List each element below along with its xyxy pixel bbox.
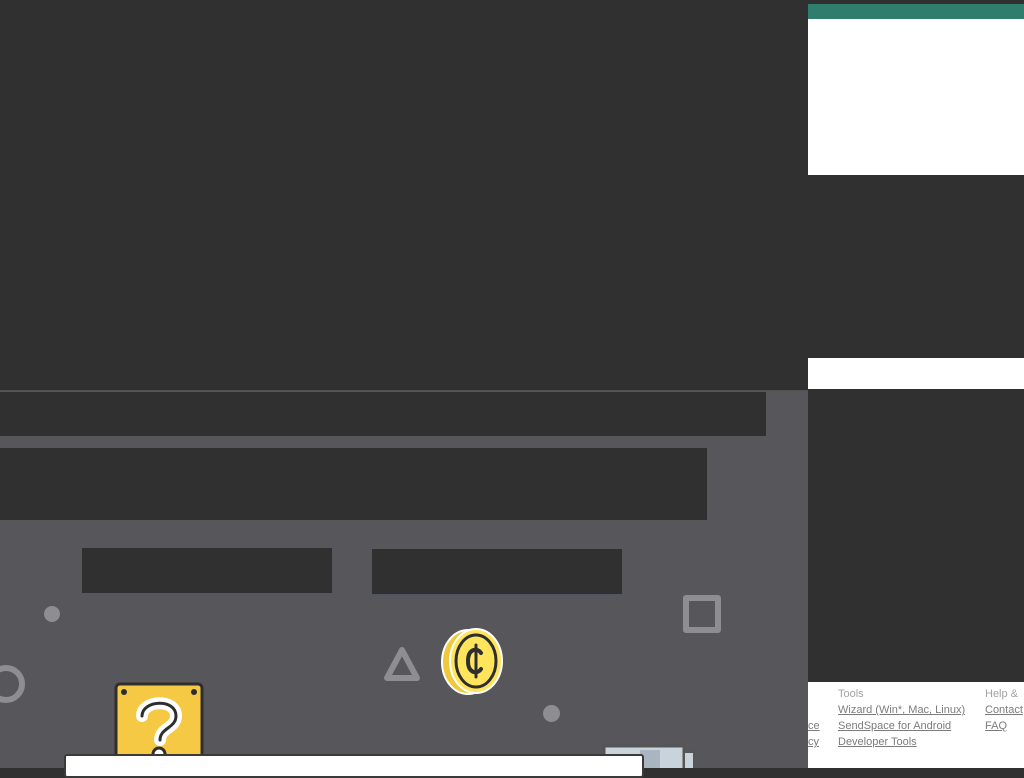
primary-action-button[interactable]	[82, 548, 332, 593]
triangle-icon	[384, 647, 420, 681]
footer-link-faq[interactable]: FAQ	[985, 720, 1007, 732]
footer-link-developer-tools[interactable]: Developer Tools	[838, 736, 917, 748]
footer-link-android[interactable]: SendSpace for Android	[838, 720, 951, 732]
upload-drop-box[interactable]	[64, 754, 644, 778]
coin-icon	[441, 628, 503, 695]
sidebar-ad-panel	[808, 19, 1024, 175]
footer-link-wizard[interactable]: Wizard (Win*, Mac, Linux)	[838, 704, 965, 716]
headline-placeholder-bar	[0, 448, 707, 520]
footer-heading-help: Help &	[985, 688, 1019, 700]
dot-decoration	[543, 705, 560, 722]
sidebar-accent-bar	[808, 4, 1024, 19]
sidebar-strip	[808, 358, 1024, 389]
header-placeholder-bar	[0, 392, 766, 436]
footer-heading-tools: Tools	[838, 688, 864, 700]
dot-decoration	[44, 606, 60, 622]
footer-link[interactable]: ce	[808, 720, 820, 732]
square-icon	[683, 595, 721, 633]
footer-link-contact[interactable]: Contact	[985, 704, 1023, 716]
footer-link[interactable]: cy	[808, 736, 819, 748]
site-footer: ce cy Tools Wizard (Win*, Mac, Linux) Se…	[808, 682, 1024, 768]
secondary-action-button[interactable]	[372, 549, 622, 595]
